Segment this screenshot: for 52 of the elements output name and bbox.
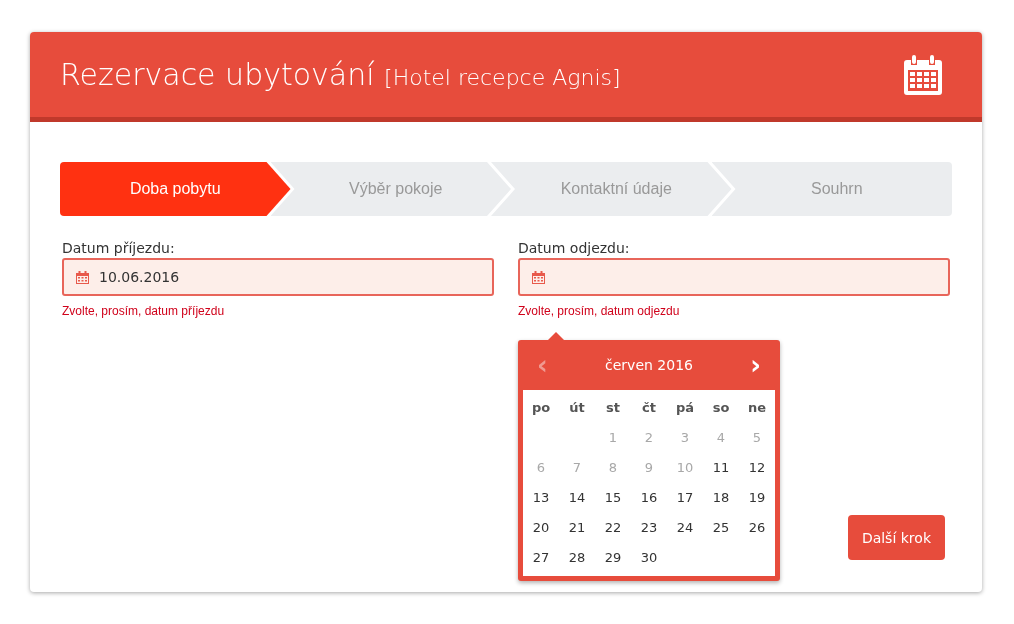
calendar-day[interactable]: 16 xyxy=(637,486,661,508)
calendar-day: 3 xyxy=(677,426,693,448)
calendar-day: 4 xyxy=(713,426,729,448)
next-step-button[interactable]: Další krok xyxy=(847,515,945,560)
field-label: Datum příjezdu: xyxy=(62,240,176,256)
calendar-day: 5 xyxy=(749,426,765,448)
calendar-day[interactable]: 13 xyxy=(529,486,553,508)
weekday-label: po xyxy=(531,399,551,415)
calendar-day[interactable]: 27 xyxy=(529,546,553,568)
calendar-icon xyxy=(76,270,89,284)
field-label: Datum odjezdu: xyxy=(518,240,631,256)
weekday-label: so xyxy=(712,399,730,415)
calendar-icon xyxy=(532,270,545,284)
calendar-icon xyxy=(904,54,942,95)
calendar-day[interactable]: 29 xyxy=(601,546,625,568)
calendar-day[interactable]: 17 xyxy=(673,486,697,508)
calendar-day[interactable]: 11 xyxy=(709,456,733,478)
calendar-day[interactable]: 14 xyxy=(565,486,589,508)
calendar-day[interactable]: 26 xyxy=(745,516,769,538)
calendar-day[interactable]: 25 xyxy=(709,516,733,538)
calendar-day: 9 xyxy=(641,456,657,478)
calendar-day[interactable]: 24 xyxy=(673,516,697,538)
date-value: 10.06.2016 xyxy=(99,269,181,285)
calendar-day: 10 xyxy=(673,456,697,478)
weekday-label: pá xyxy=(675,399,695,415)
month-title: červen 2016 xyxy=(605,357,693,373)
error-message: Zvolte, prosím, datum odjezdu xyxy=(518,304,681,318)
calendar-day[interactable]: 18 xyxy=(709,486,733,508)
calendar-day[interactable]: 21 xyxy=(565,516,589,538)
date-field[interactable]: 10.06.2016 xyxy=(62,258,494,296)
next-month-button[interactable]: › xyxy=(746,352,765,378)
weekday-label: čt xyxy=(642,399,656,415)
calendar-day: 7 xyxy=(569,456,585,478)
page-title: Rezervace ubytování [Hotel recepce Agnis] xyxy=(60,57,621,92)
calendar-day[interactable]: 28 xyxy=(565,546,589,568)
calendar-day[interactable]: 20 xyxy=(529,516,553,538)
error-message: Zvolte, prosím, datum příjezdu xyxy=(62,304,226,318)
calendar-day[interactable]: 19 xyxy=(745,486,769,508)
calendar-day[interactable]: 22 xyxy=(601,516,625,538)
calendar-day: 1 xyxy=(605,426,621,448)
calendar-day[interactable]: 12 xyxy=(745,456,769,478)
weekday-label: út xyxy=(569,399,585,415)
calendar-day[interactable]: 15 xyxy=(601,486,625,508)
calendar-day[interactable]: 23 xyxy=(637,516,661,538)
weekday-label: st xyxy=(606,399,620,415)
date-field[interactable] xyxy=(518,258,950,296)
weekday-label: ne xyxy=(747,399,767,415)
wizard-step[interactable]: Doba pobytu xyxy=(60,162,291,216)
calendar-day: 8 xyxy=(605,456,621,478)
calendar-day: 6 xyxy=(533,456,549,478)
calendar-day: 2 xyxy=(641,426,657,448)
calendar-day[interactable]: 30 xyxy=(637,546,661,568)
